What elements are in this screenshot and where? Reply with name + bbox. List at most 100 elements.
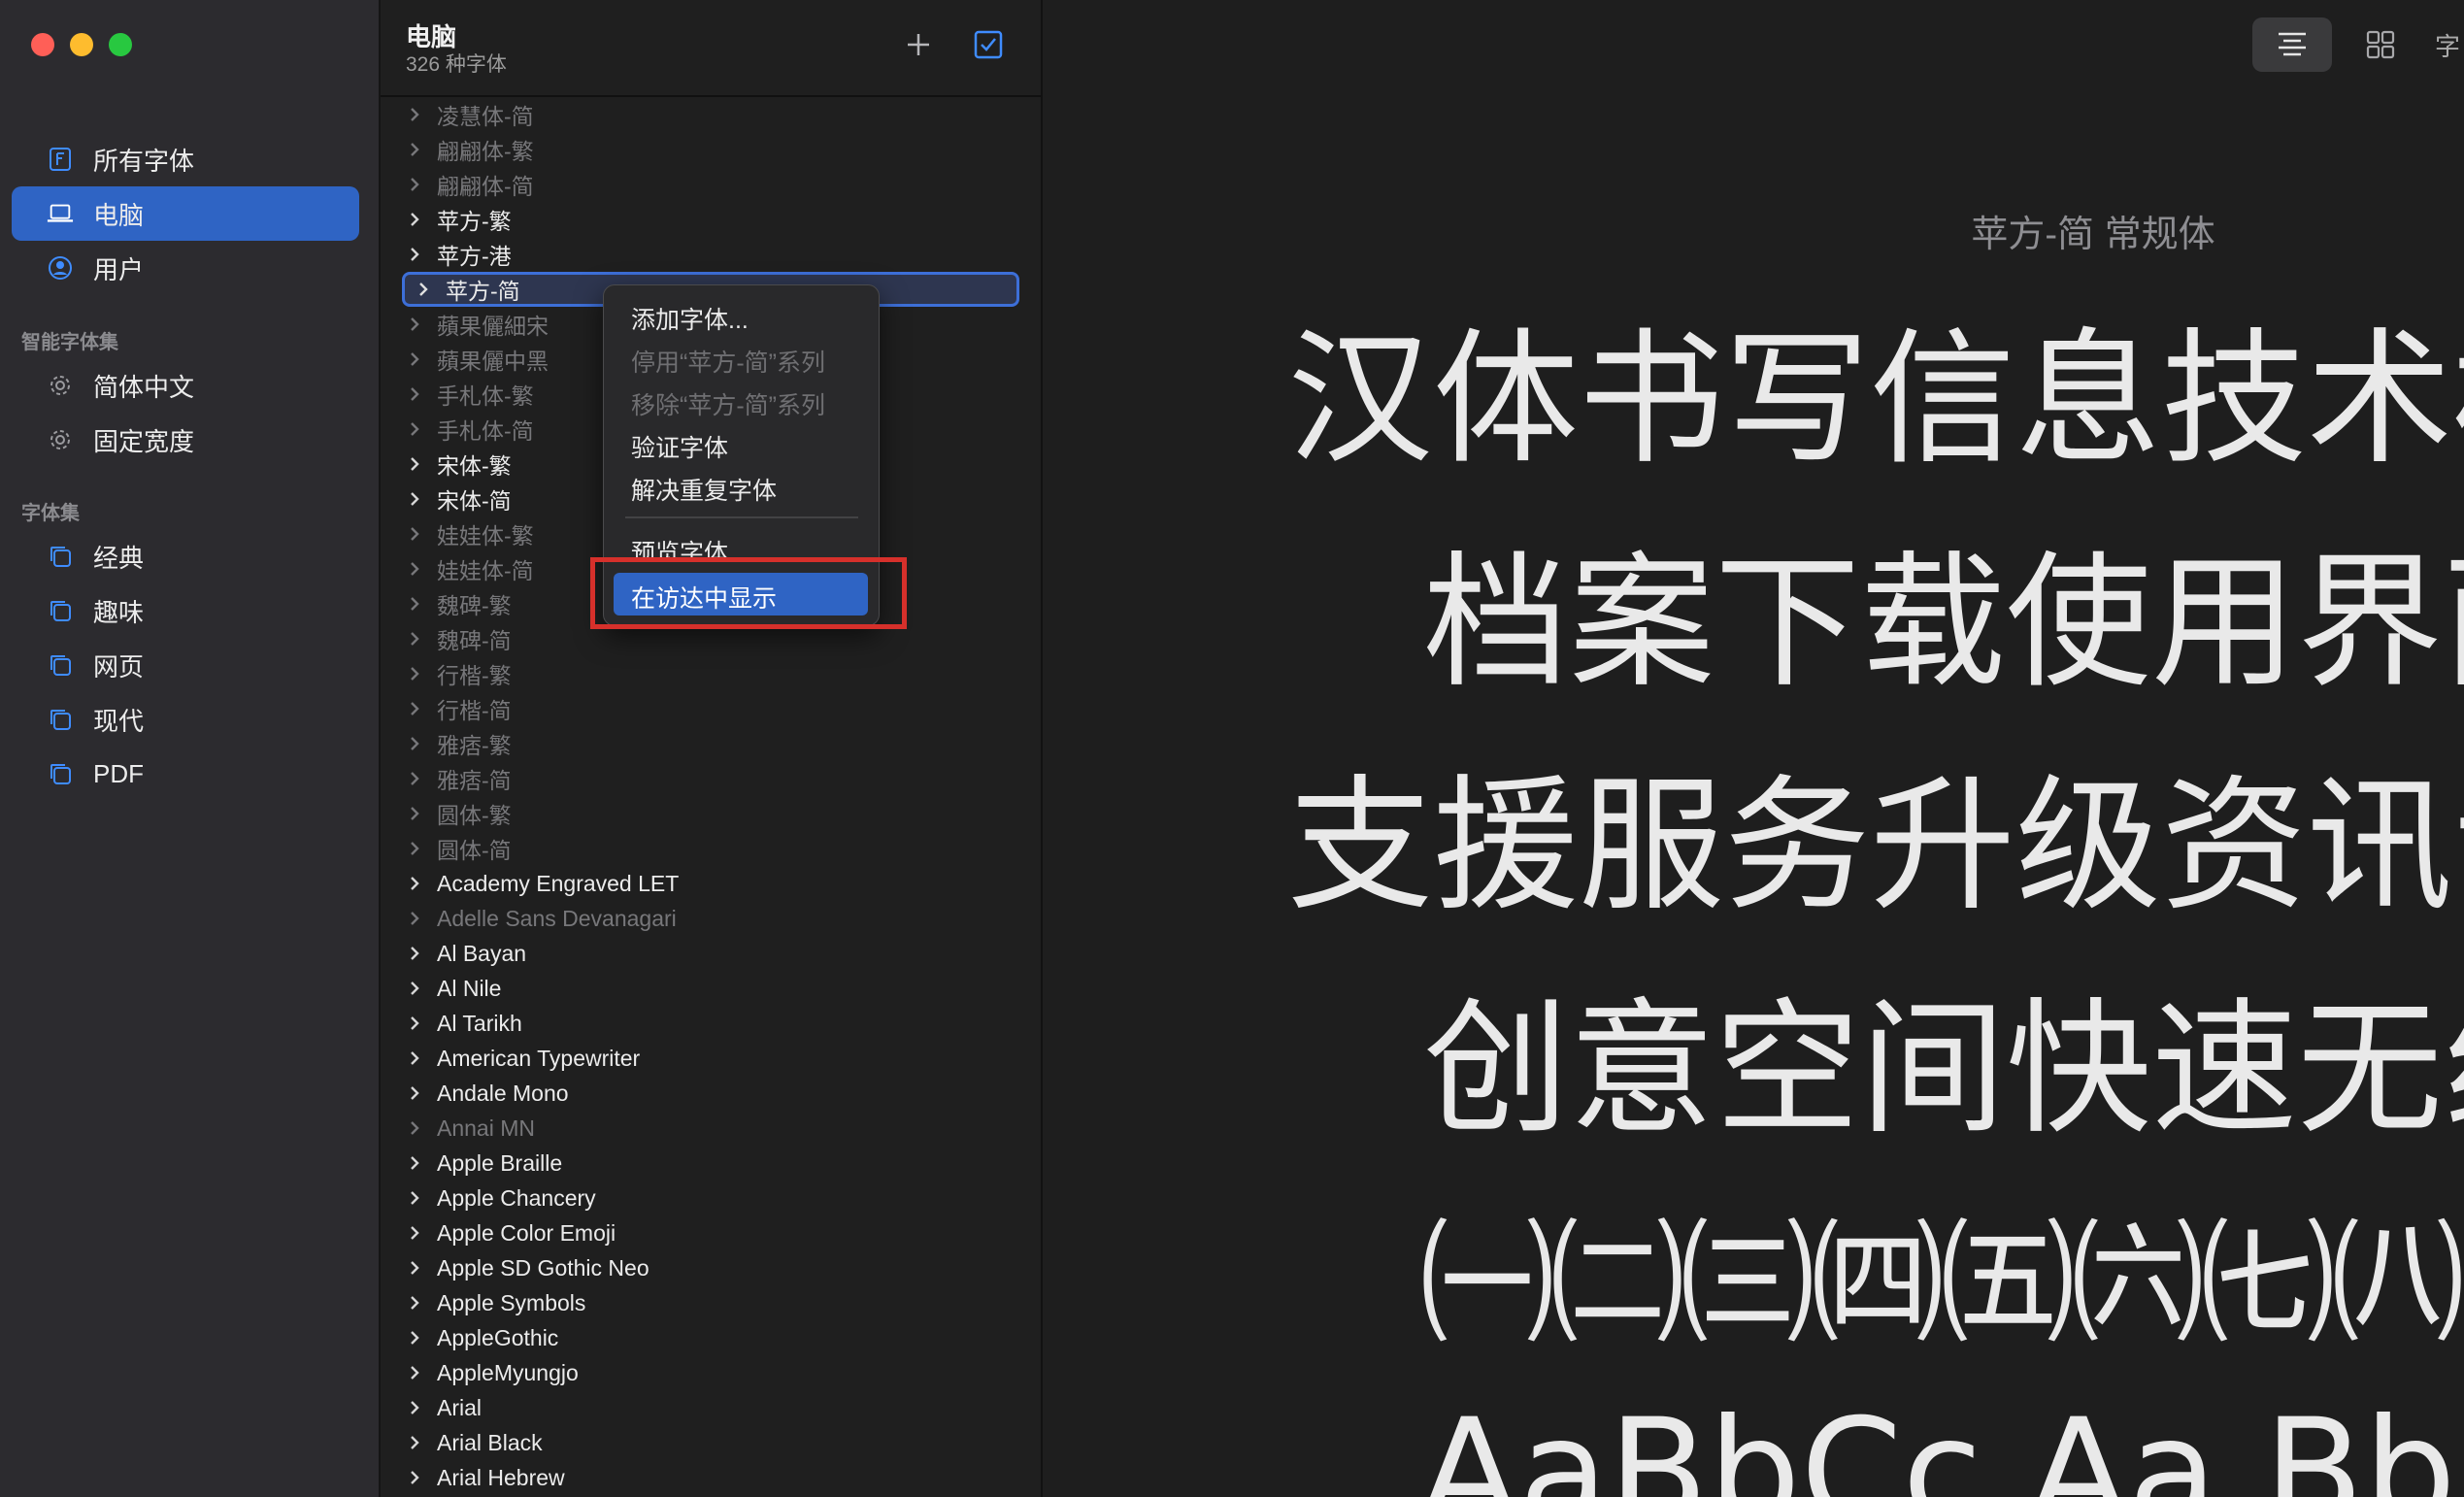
menu-item-resolve-duplicates[interactable]: 解决重复字体	[631, 472, 777, 507]
chevron-right-icon[interactable]	[402, 521, 427, 547]
chevron-right-icon[interactable]	[402, 102, 427, 127]
chevron-right-icon[interactable]	[402, 1430, 427, 1455]
sidebar-item-pdf[interactable]: PDF	[12, 747, 359, 801]
chevron-right-icon[interactable]	[402, 661, 427, 686]
font-row[interactable]: Arial Black	[402, 1425, 1023, 1460]
chevron-right-icon[interactable]	[402, 1395, 427, 1420]
sidebar-item-web[interactable]: 网页	[12, 638, 359, 692]
list-view-button[interactable]	[2252, 17, 2332, 72]
font-row[interactable]: 凌慧体-简	[402, 97, 1023, 132]
chevron-right-icon[interactable]	[402, 801, 427, 826]
chevron-right-icon[interactable]	[402, 906, 427, 931]
chevron-right-icon[interactable]	[402, 556, 427, 582]
minimize-window-button[interactable]	[70, 33, 93, 56]
font-name: 翩翩体-繁	[437, 139, 534, 164]
chevron-right-icon[interactable]	[402, 1325, 427, 1350]
font-row[interactable]: 苹方-繁	[402, 202, 1023, 237]
chevron-right-icon[interactable]	[402, 1185, 427, 1211]
font-row[interactable]: Andale Mono	[402, 1076, 1023, 1111]
chevron-right-icon[interactable]	[402, 766, 427, 791]
sidebar-item-modern[interactable]: 现代	[12, 692, 359, 747]
chevron-right-icon[interactable]	[402, 836, 427, 861]
sidebar-item-computer[interactable]: 电脑	[12, 186, 359, 241]
sidebar-item-user[interactable]: 用户	[12, 241, 359, 295]
chevron-right-icon[interactable]	[402, 1115, 427, 1141]
menu-item-deactivate-family[interactable]: 停用“苹方-简”系列	[631, 344, 825, 379]
add-font-button[interactable]	[899, 25, 938, 64]
chevron-right-icon[interactable]	[402, 941, 427, 966]
font-row[interactable]: 雅痞-繁	[402, 726, 1023, 761]
menu-item-preview-font[interactable]: 预览字体	[631, 534, 728, 559]
font-row[interactable]: 圆体-繁	[402, 796, 1023, 831]
grid-view-button[interactable]	[2353, 17, 2408, 72]
chevron-right-icon[interactable]	[402, 871, 427, 896]
font-row[interactable]: 翩翩体-简	[402, 167, 1023, 202]
chevron-right-icon[interactable]	[402, 626, 427, 651]
menu-item-validate-fonts[interactable]: 验证字体	[631, 429, 728, 464]
font-row[interactable]: Apple SD Gothic Neo	[402, 1250, 1023, 1285]
font-row[interactable]: Al Tarikh	[402, 1006, 1023, 1041]
sidebar-item-label: 趣味	[93, 597, 145, 627]
chevron-right-icon[interactable]	[402, 1046, 427, 1071]
font-row[interactable]: Arial Hebrew	[402, 1460, 1023, 1495]
sidebar-item-all-fonts[interactable]: 所有字体	[12, 132, 359, 186]
font-row[interactable]: Apple Chancery	[402, 1181, 1023, 1215]
chevron-right-icon[interactable]	[402, 1255, 427, 1281]
font-row[interactable]: Apple Braille	[402, 1146, 1023, 1181]
font-row[interactable]: Academy Engraved LET	[402, 866, 1023, 901]
font-row[interactable]: Al Bayan	[402, 936, 1023, 971]
chevron-right-icon[interactable]	[402, 1290, 427, 1315]
zoom-window-button[interactable]	[109, 33, 132, 56]
chevron-right-icon[interactable]	[402, 207, 427, 232]
chevron-right-icon[interactable]	[402, 1220, 427, 1246]
font-row[interactable]: 行楷-繁	[402, 656, 1023, 691]
font-name: 魏碑-简	[437, 628, 512, 653]
font-row[interactable]: Annai MN	[402, 1111, 1023, 1146]
font-row[interactable]: American Typewriter	[402, 1041, 1023, 1076]
font-row[interactable]: AppleGothic	[402, 1320, 1023, 1355]
menu-item-add-fonts[interactable]: 添加字体...	[631, 301, 749, 336]
close-window-button[interactable]	[31, 33, 54, 56]
validate-checkbox-button[interactable]	[969, 25, 1008, 64]
font-name: 翩翩体-简	[437, 174, 534, 199]
font-row[interactable]: Apple Symbols	[402, 1285, 1023, 1320]
chevron-right-icon[interactable]	[402, 172, 427, 197]
font-name: 娃娃体-简	[437, 558, 534, 583]
chevron-right-icon[interactable]	[402, 1360, 427, 1385]
font-row[interactable]: Adelle Sans Devanagari	[402, 901, 1023, 936]
chevron-right-icon[interactable]	[402, 137, 427, 162]
chevron-right-icon[interactable]	[402, 1081, 427, 1106]
chevron-right-icon[interactable]	[402, 1150, 427, 1176]
sidebar-item-classic[interactable]: 经典	[12, 529, 359, 583]
font-row[interactable]: 雅痞-简	[402, 761, 1023, 796]
font-row[interactable]: Arial	[402, 1390, 1023, 1425]
menu-item-remove-family[interactable]: 移除“苹方-简”系列	[631, 386, 825, 421]
chevron-right-icon[interactable]	[402, 486, 427, 512]
chevron-right-icon[interactable]	[411, 277, 436, 302]
font-row[interactable]: Apple Color Emoji	[402, 1215, 1023, 1250]
chevron-right-icon[interactable]	[402, 696, 427, 721]
chevron-right-icon[interactable]	[402, 591, 427, 616]
chevron-right-icon[interactable]	[402, 242, 427, 267]
chevron-right-icon[interactable]	[402, 1465, 427, 1490]
font-row[interactable]: Al Nile	[402, 971, 1023, 1006]
chevron-right-icon[interactable]	[402, 416, 427, 442]
sidebar-item-fixed-width[interactable]: 固定宽度	[12, 413, 359, 467]
chevron-right-icon[interactable]	[402, 312, 427, 337]
font-row[interactable]: 苹方-港	[402, 237, 1023, 272]
chevron-right-icon[interactable]	[402, 976, 427, 1001]
sidebar-item-fun[interactable]: 趣味	[12, 583, 359, 638]
font-row[interactable]: 翩翩体-繁	[402, 132, 1023, 167]
chevron-right-icon[interactable]	[402, 1011, 427, 1036]
font-row[interactable]: AppleMyungjo	[402, 1355, 1023, 1390]
toolbar-truncated-label[interactable]: 字	[2435, 27, 2460, 63]
font-row[interactable]: 圆体-简	[402, 831, 1023, 866]
sidebar-item-label: 所有字体	[93, 146, 195, 176]
font-row[interactable]: 行楷-简	[402, 691, 1023, 726]
chevron-right-icon[interactable]	[402, 731, 427, 756]
chevron-right-icon[interactable]	[402, 347, 427, 372]
font-name: Apple Color Emoji	[437, 1219, 616, 1246]
chevron-right-icon[interactable]	[402, 382, 427, 407]
chevron-right-icon[interactable]	[402, 451, 427, 477]
sidebar-item-simplified-chinese[interactable]: 简体中文	[12, 358, 359, 413]
